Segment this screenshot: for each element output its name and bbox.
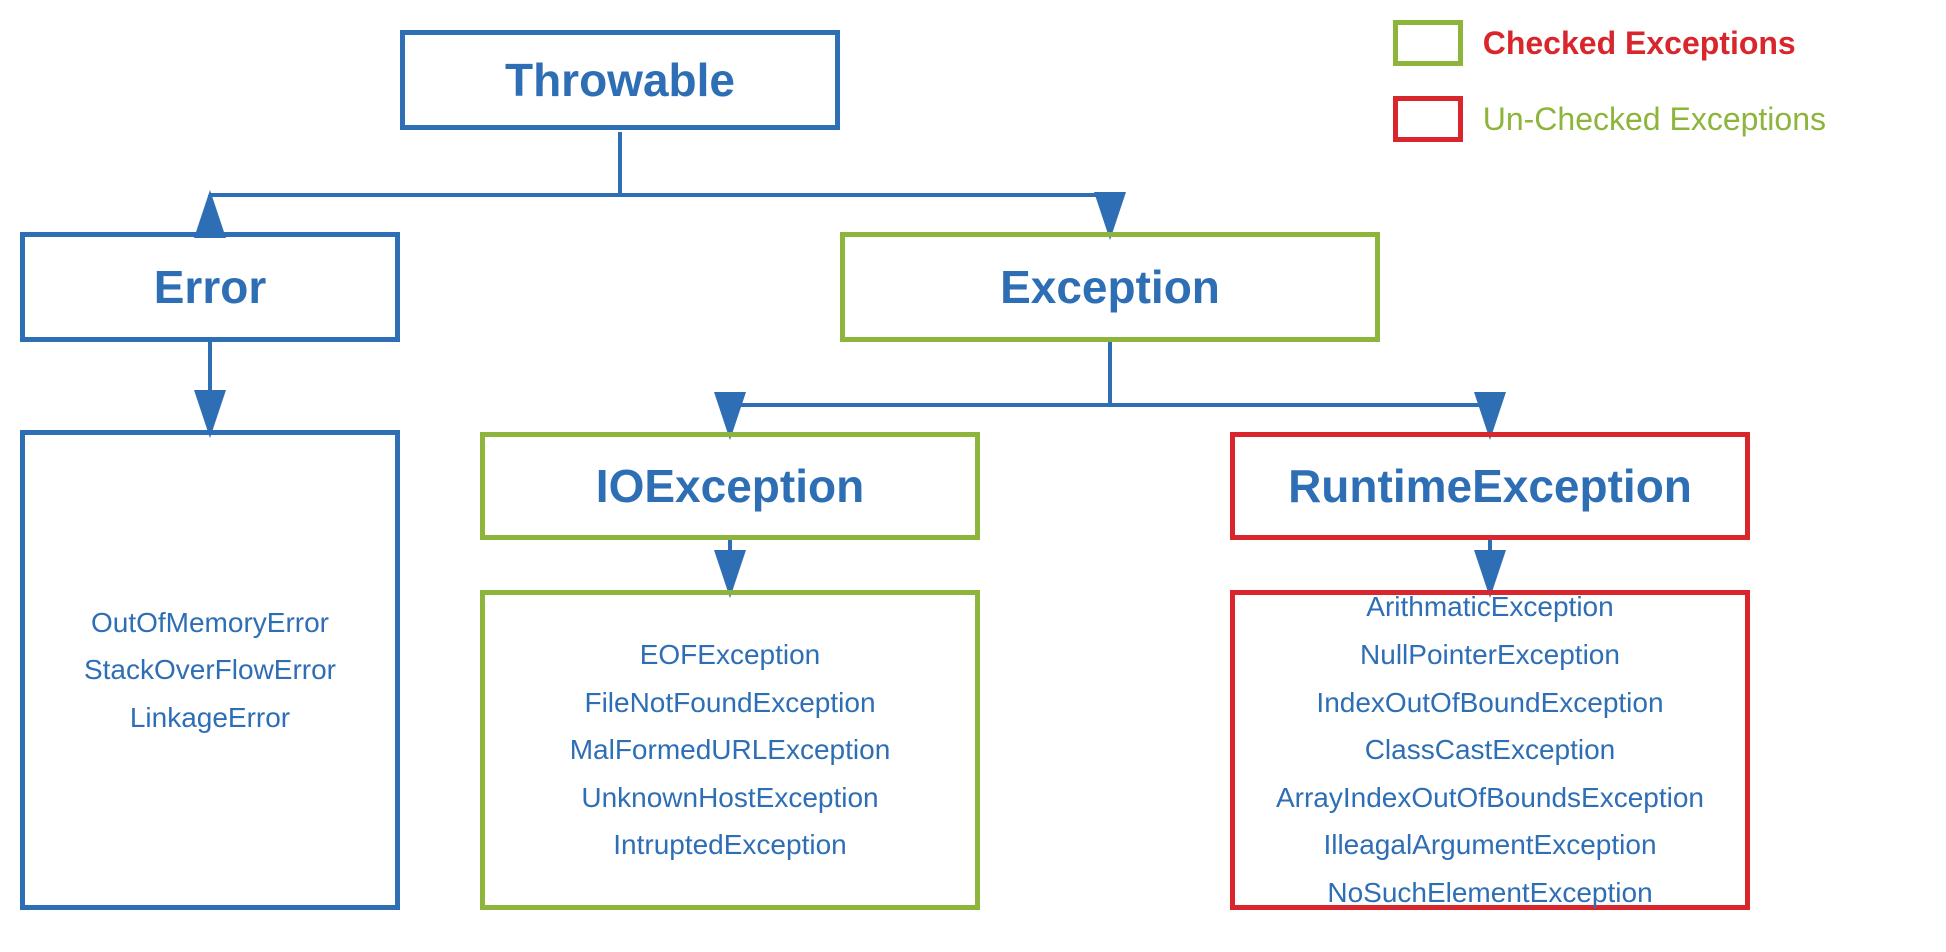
legend: Checked Exceptions Un-Checked Exceptions xyxy=(1393,20,1826,142)
ioexception-children-node: EOFExceptionFileNotFoundExceptionMalForm… xyxy=(480,590,980,910)
legend-unchecked-label: Un-Checked Exceptions xyxy=(1483,101,1826,138)
throwable-label: Throwable xyxy=(505,53,735,107)
legend-checked: Checked Exceptions xyxy=(1393,20,1826,66)
ioexception-label: IOException xyxy=(596,459,864,513)
runtime-children-node: ArithmaticExceptionNullPointerExceptionI… xyxy=(1230,590,1750,910)
error-children-node: OutOfMemoryErrorStackOverFlowErrorLinkag… xyxy=(20,430,400,910)
ioexception-children-text: EOFExceptionFileNotFoundExceptionMalForm… xyxy=(570,631,891,869)
runtime-children-text: ArithmaticExceptionNullPointerExceptionI… xyxy=(1276,583,1704,916)
diagram-container: Throwable Error Exception OutOfMemoryErr… xyxy=(0,0,1946,952)
error-label: Error xyxy=(154,260,266,314)
error-children-text: OutOfMemoryErrorStackOverFlowErrorLinkag… xyxy=(84,599,336,742)
exception-label: Exception xyxy=(1000,260,1220,314)
throwable-node: Throwable xyxy=(400,30,840,130)
legend-checked-label: Checked Exceptions xyxy=(1483,25,1796,62)
runtimeexception-node: RuntimeException xyxy=(1230,432,1750,540)
legend-checked-box xyxy=(1393,20,1463,66)
exception-node: Exception xyxy=(840,232,1380,342)
legend-unchecked: Un-Checked Exceptions xyxy=(1393,96,1826,142)
runtimeexception-label: RuntimeException xyxy=(1288,459,1692,513)
error-node: Error xyxy=(20,232,400,342)
ioexception-node: IOException xyxy=(480,432,980,540)
legend-unchecked-box xyxy=(1393,96,1463,142)
